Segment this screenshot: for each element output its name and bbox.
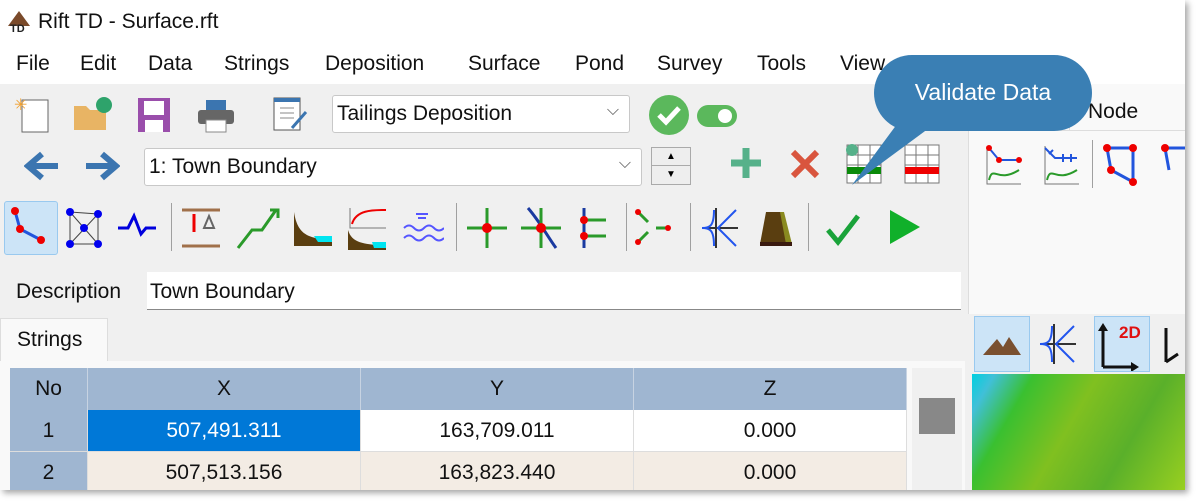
column-header-no[interactable]: No xyxy=(10,368,88,410)
embankment-icon[interactable] xyxy=(756,206,796,255)
elevation-offset-icon[interactable] xyxy=(180,206,222,255)
cell-z[interactable]: 0.000 xyxy=(634,452,907,490)
validate-data-icon[interactable] xyxy=(824,210,864,251)
column-header-x[interactable]: X xyxy=(88,368,361,410)
cell-no[interactable]: 2 xyxy=(10,452,88,490)
status-ok-icon xyxy=(648,94,690,141)
mountain-icon xyxy=(983,337,1021,355)
mesh-nodes-icon[interactable] xyxy=(62,206,106,255)
description-label: Description xyxy=(16,280,122,303)
view-toolbar: 2D xyxy=(968,314,1185,374)
view-3d-icon[interactable] xyxy=(1158,322,1185,371)
move-node-icon[interactable] xyxy=(466,206,508,255)
open-folder-icon[interactable] xyxy=(72,96,114,139)
toolbar-separator xyxy=(171,203,172,251)
edit-report-icon[interactable] xyxy=(270,94,310,139)
run-icon[interactable] xyxy=(886,208,922,251)
forward-arrow-icon[interactable] xyxy=(84,150,121,187)
spin-down-icon[interactable]: ▼ xyxy=(652,166,690,184)
cell-z[interactable]: 0.000 xyxy=(634,410,907,452)
menu-survey[interactable]: Survey xyxy=(657,52,722,76)
beach-slope-icon[interactable] xyxy=(292,208,334,253)
svg-text:TD: TD xyxy=(10,23,25,34)
menu-deposition[interactable]: Deposition xyxy=(325,52,424,76)
mode-select[interactable]: Tailings Deposition ⌵ xyxy=(332,95,630,133)
print-icon[interactable] xyxy=(196,96,236,139)
validate-data-callout: Validate Data xyxy=(874,55,1092,131)
column-header-y[interactable]: Y xyxy=(361,368,634,410)
menu-surface[interactable]: Surface xyxy=(468,52,540,76)
tool-polyline-button[interactable] xyxy=(4,201,58,255)
scrollbar-thumb[interactable] xyxy=(919,398,955,434)
toolbar-separator xyxy=(808,203,809,251)
menu-file[interactable]: File xyxy=(16,52,50,76)
slope-line-icon[interactable] xyxy=(236,206,280,255)
tab-strings[interactable]: Strings xyxy=(0,318,108,362)
mode-select-value: Tailings Deposition xyxy=(337,102,513,125)
spin-up-icon[interactable]: ▲ xyxy=(652,148,690,166)
cell-y[interactable]: 163,709.011 xyxy=(361,410,634,452)
chevron-down-icon: ⌵ xyxy=(606,102,619,119)
beach-curve-icon[interactable] xyxy=(346,206,388,255)
vertical-scrollbar[interactable] xyxy=(912,368,962,490)
string-select-value: 1: Town Boundary xyxy=(149,155,317,178)
polyline-icon xyxy=(11,207,45,244)
menu-pond[interactable]: Pond xyxy=(575,52,624,76)
polygon-nodes-icon[interactable] xyxy=(1101,142,1145,195)
menu-view[interactable]: View xyxy=(840,52,885,76)
menu-data[interactable]: Data xyxy=(148,52,192,76)
surface-map-view[interactable] xyxy=(972,374,1185,490)
insert-node-icon[interactable] xyxy=(578,206,612,255)
window-title: Rift TD - Surface.rft xyxy=(38,10,219,33)
column-header-z[interactable]: Z xyxy=(634,368,907,410)
new-file-icon[interactable]: ✳ xyxy=(14,96,52,139)
move-node-on-line-icon[interactable] xyxy=(520,206,562,255)
intersect-icon[interactable] xyxy=(700,206,740,255)
profile-line-icon[interactable] xyxy=(116,210,158,251)
toolbar-separator xyxy=(456,203,457,251)
svg-text:✳: ✳ xyxy=(14,97,27,114)
node-section-icon[interactable] xyxy=(1041,144,1081,193)
app-logo-icon: TD xyxy=(6,8,32,35)
polygon-edit-icon[interactable] xyxy=(1159,142,1185,195)
save-icon[interactable] xyxy=(136,96,172,139)
menu-tools[interactable]: Tools xyxy=(757,52,806,76)
merge-nodes-icon[interactable] xyxy=(632,206,672,255)
view-2d-label: 2D xyxy=(1119,323,1141,342)
add-icon[interactable] xyxy=(729,146,763,185)
cell-x[interactable]: 507,513.156 xyxy=(88,452,361,490)
cell-x[interactable]: 507,491.311 xyxy=(88,410,361,452)
back-arrow-icon[interactable] xyxy=(23,150,60,187)
water-level-icon[interactable] xyxy=(402,210,445,251)
toolbar-separator xyxy=(690,203,691,251)
intersect-view-icon[interactable] xyxy=(1038,322,1078,371)
string-spinner[interactable]: ▲ ▼ xyxy=(651,147,691,185)
terrain-view-button[interactable] xyxy=(974,316,1030,372)
view-2d-button[interactable]: 2D xyxy=(1094,316,1150,372)
toggle-switch[interactable] xyxy=(696,104,738,133)
string-select[interactable]: 1: Town Boundary ⌵ xyxy=(144,148,642,186)
chevron-down-icon: ⌵ xyxy=(618,155,631,172)
cell-y[interactable]: 163,823.440 xyxy=(361,452,634,490)
description-input[interactable]: Town Boundary xyxy=(147,272,961,310)
title-bar: TD Rift TD - Surface.rft xyxy=(0,0,1185,46)
toolbar-separator xyxy=(626,203,627,251)
menu-strings[interactable]: Strings xyxy=(224,52,289,76)
menu-edit[interactable]: Edit xyxy=(80,52,116,76)
delete-icon[interactable] xyxy=(789,148,821,185)
node-profile-icon[interactable] xyxy=(983,144,1023,193)
cell-no[interactable]: 1 xyxy=(10,410,88,452)
